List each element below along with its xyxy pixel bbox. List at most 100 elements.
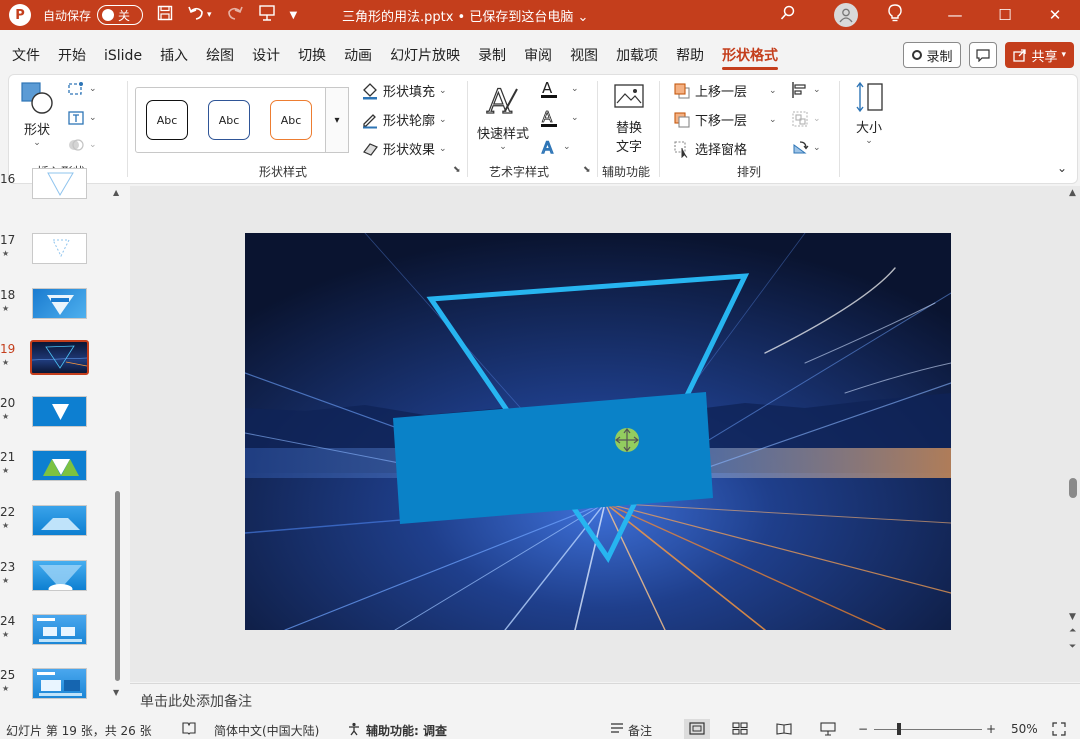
save-icon[interactable]	[157, 5, 173, 25]
document-title[interactable]: 三角形的用法.pptx • 已保存到这台电脑 ⌄	[342, 6, 588, 25]
slide-thumbnail[interactable]: 25 ★	[0, 668, 110, 708]
selection-pane-button[interactable]: 选择窗格	[673, 139, 747, 158]
canvas-scroll-thumb[interactable]	[1069, 478, 1077, 498]
bring-forward-button[interactable]: 上移一层 ⌄	[673, 81, 777, 100]
collapse-ribbon-icon[interactable]: ⌄	[1057, 161, 1067, 175]
zoom-level[interactable]: 50%	[1011, 722, 1038, 736]
search-icon[interactable]	[780, 5, 796, 25]
fit-to-window-icon[interactable]	[1052, 722, 1066, 739]
tab-animations[interactable]: 动画	[335, 40, 381, 72]
animation-star-icon: ★	[2, 684, 10, 693]
tab-islide[interactable]: iSlide	[95, 40, 151, 72]
comments-button[interactable]	[969, 42, 998, 68]
canvas-vertical-scrollbar[interactable]: ▲ ▼ ⏶ ⏷	[1066, 186, 1080, 682]
tab-transitions[interactable]: 切换	[289, 40, 335, 72]
tab-design[interactable]: 设计	[243, 40, 289, 72]
text-effects-button[interactable]: A ⌄	[539, 137, 570, 157]
shape-styles-launcher-icon[interactable]: ⬊	[453, 165, 461, 175]
autosave-label: 自动保存	[43, 8, 92, 23]
tab-record[interactable]: 录制	[469, 40, 515, 72]
slideshow-icon[interactable]	[820, 722, 836, 739]
quick-styles-button[interactable]: A 快速样式 ⌄	[475, 81, 531, 152]
style-preset-black[interactable]: Abc	[146, 100, 188, 140]
shape-effects-button[interactable]: 形状效果 ⌄	[361, 139, 447, 158]
tab-shape-format[interactable]: 形状格式	[713, 40, 787, 72]
tab-addins[interactable]: 加载项	[607, 40, 667, 72]
style-preset-orange[interactable]: Abc	[270, 100, 312, 140]
thumbs-scroll-thumb[interactable]	[115, 491, 120, 681]
language-status[interactable]: 简体中文(中国大陆)	[214, 722, 319, 739]
record-button[interactable]: 录制	[903, 42, 962, 68]
customize-icon[interactable]: ▼	[290, 10, 298, 21]
tab-file[interactable]: 文件	[0, 40, 49, 72]
group-objects-button[interactable]: ⌄	[791, 110, 821, 128]
undo-icon[interactable]	[187, 5, 205, 25]
share-button[interactable]: 共享 ▾	[1005, 42, 1074, 68]
send-backward-button[interactable]: 下移一层 ⌄	[673, 110, 777, 129]
record-label: 录制	[926, 49, 953, 65]
edit-shape-button[interactable]: ⌄	[67, 81, 97, 97]
slide-thumbnail[interactable]: 24 ★	[0, 614, 110, 654]
notes-toggle-label[interactable]: 备注	[628, 722, 652, 739]
normal-view-button[interactable]	[684, 719, 710, 739]
slide-thumbnail[interactable]: 20 ★	[0, 396, 110, 436]
notes-toggle-icon[interactable]	[609, 722, 625, 738]
tab-review[interactable]: 审阅	[515, 40, 561, 72]
styles-more-button[interactable]: ▾	[325, 87, 349, 153]
tab-home[interactable]: 开始	[49, 40, 95, 72]
text-box-button[interactable]: ⌄	[67, 110, 97, 126]
current-slide[interactable]	[245, 233, 951, 630]
present-icon[interactable]	[258, 4, 276, 26]
slide-thumbnail[interactable]: 17 ★	[0, 233, 110, 273]
zoom-slider-handle[interactable]	[897, 723, 901, 735]
slide-thumbnail-selected[interactable]: 19 ★	[0, 340, 110, 382]
shape-fill-button[interactable]: 形状填充 ⌄	[361, 81, 447, 100]
maximize-icon[interactable]: ☐	[980, 6, 1030, 24]
slide-thumbnail[interactable]: 18 ★	[0, 288, 110, 328]
tab-slideshow[interactable]: 幻灯片放映	[381, 40, 469, 72]
size-button[interactable]: 大小 ⌄	[849, 81, 889, 146]
zoom-in-button[interactable]: +	[986, 722, 996, 736]
undo-dropdown-icon[interactable]: ▾	[207, 10, 212, 20]
spell-check-icon[interactable]	[182, 722, 196, 738]
thumbs-scrollbar[interactable]	[112, 186, 122, 706]
slide-sorter-icon[interactable]	[732, 722, 748, 738]
alt-text-button[interactable]: 替换 文字	[607, 83, 651, 155]
slide-thumbnail[interactable]: 23 ★	[0, 560, 110, 600]
previous-slide-icon[interactable]: ⏶	[1069, 626, 1076, 636]
slide-thumbnail[interactable]: 21 ★	[0, 450, 110, 490]
group-objects-icon	[792, 111, 808, 127]
slide-thumbnail[interactable]: 22 ★	[0, 505, 110, 545]
autosave-toggle[interactable]: 关	[97, 5, 144, 25]
tab-help[interactable]: 帮助	[667, 40, 713, 72]
canvas-scroll-down-icon[interactable]: ▼	[1069, 612, 1076, 622]
wordart-launcher-icon[interactable]: ⬊	[583, 165, 591, 175]
shape-button[interactable]: 形状 ⌄	[19, 81, 55, 148]
arrange-group-label: 排列	[737, 165, 762, 179]
accessibility-icon[interactable]	[347, 722, 361, 739]
text-outline-button[interactable]: A ⌄	[539, 108, 579, 128]
text-fill-button[interactable]: A ⌄	[539, 79, 579, 99]
rotate-button[interactable]: ⌄	[791, 139, 821, 157]
minimize-icon[interactable]: —	[930, 6, 980, 24]
tab-view[interactable]: 视图	[561, 40, 607, 72]
merge-shapes-button[interactable]: ⌄	[67, 137, 97, 153]
align-button[interactable]: ⌄	[791, 81, 821, 99]
next-slide-icon[interactable]: ⏷	[1069, 642, 1076, 652]
zoom-out-button[interactable]: −	[858, 722, 868, 736]
slide-thumbnail[interactable]: 16	[0, 168, 110, 214]
tab-insert[interactable]: 插入	[151, 40, 197, 72]
lightbulb-icon[interactable]	[888, 4, 902, 26]
notes-pane[interactable]: 单击此处添加备注	[130, 683, 1080, 717]
style-preset-blue[interactable]: Abc	[208, 100, 250, 140]
avatar-icon[interactable]	[834, 3, 858, 27]
redo-icon[interactable]	[226, 5, 244, 25]
canvas-scroll-up-icon[interactable]: ▲	[1069, 188, 1076, 198]
accessibility-status[interactable]: 辅助功能: 调查	[366, 722, 447, 739]
reading-view-icon[interactable]	[776, 722, 792, 738]
zoom-slider[interactable]	[874, 729, 982, 730]
tab-draw[interactable]: 绘图	[197, 40, 243, 72]
thumbs-scroll-down-icon[interactable]: ▼	[113, 688, 119, 697]
shape-outline-button[interactable]: 形状轮廓 ⌄	[361, 110, 447, 129]
close-icon[interactable]: ✕	[1030, 6, 1080, 24]
